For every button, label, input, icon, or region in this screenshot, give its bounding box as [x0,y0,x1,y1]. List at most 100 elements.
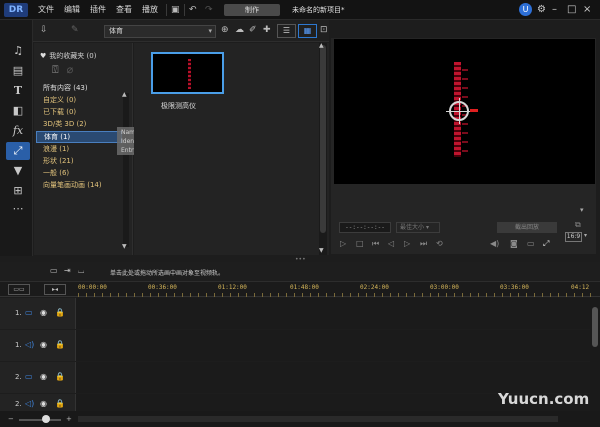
effect-room-icon[interactable]: fx [9,122,27,140]
lock-icon[interactable]: 🔒 [55,372,65,381]
transition-room-icon[interactable]: ◧ [9,102,27,120]
preview-quality-value: 最佳大小 [400,224,425,231]
favorites-tag[interactable]: ♥ 我的收藏夹 (0) [40,51,96,61]
tag-item-vector-stroke[interactable]: 向量笔画动画 (14) [43,180,102,190]
scroll-up-icon[interactable]: ▲ [122,91,127,98]
zoom-out-icon[interactable]: − [8,415,14,423]
split-icon[interactable]: ▭ [50,266,58,275]
scrollbar-thumb[interactable] [592,307,598,347]
menu-file[interactable]: 文件 [38,4,54,15]
aspect-ratio-select[interactable]: 16:9 [565,232,582,242]
preview-settings-icon[interactable]: ▾ [580,206,584,214]
edit-pip-icon[interactable]: ✐ [249,24,257,37]
tag-scrollbar[interactable] [123,93,129,247]
fullscreen-icon[interactable]: ⤢ [543,239,549,249]
import-icon[interactable]: ⇩ [40,24,48,37]
step-back-icon[interactable]: ◁ [388,239,394,248]
menu-view[interactable]: 查看 [116,4,132,15]
stop-icon[interactable]: □ [356,239,364,248]
grid-view-icon[interactable]: ▦ [298,24,317,38]
title-room-icon[interactable]: T [9,82,27,100]
lock-icon[interactable]: 🔒 [55,399,65,408]
step-forward-icon[interactable]: ▷ [404,239,410,248]
tag-item-romance[interactable]: 浪漫 (1) [43,144,69,154]
previous-frame-icon[interactable]: ⏮ [372,239,379,249]
filter-icon[interactable]: ⊕ [221,24,229,37]
play-icon[interactable]: ▷ [340,239,346,248]
undock-icon[interactable]: ⧉ [575,220,581,230]
track-manager-button[interactable]: ▭▭ [8,284,30,295]
tag-item-sports[interactable]: 体育 (1) [36,131,122,143]
download-cloud-icon[interactable]: ☁ [235,24,244,37]
scroll-down-icon[interactable]: ▼ [122,243,127,250]
video-track-icon: ▭ [25,308,33,317]
tag-icon[interactable]: ✎ [71,24,79,37]
lock-icon[interactable]: 🔒 [55,340,65,349]
settings-gear-icon[interactable]: ⚙ [537,3,546,16]
next-frame-icon[interactable]: ⏭ [420,239,427,249]
list-view-icon[interactable]: ☰ [277,24,296,38]
zoom-slider[interactable] [19,419,61,421]
content-scrollbar[interactable] [319,43,327,255]
timeline-horizontal-scrollbar[interactable] [78,416,558,422]
timeline-vertical-scrollbar[interactable] [590,297,600,411]
snapshot-icon[interactable]: ◙ [510,239,518,248]
scrollbar-thumb[interactable] [320,45,326,233]
eye-icon[interactable]: ◉ [40,340,47,349]
display-icon[interactable]: ▭ [527,239,535,248]
zoom-slider-knob[interactable] [42,415,50,423]
lock-icon[interactable]: 🔒 [55,308,65,317]
produce-button[interactable]: 制作 [224,4,280,16]
edit-tag-icon[interactable]: ⌀ [67,63,74,76]
tag-item-custom[interactable]: 自定义 (0) [43,95,76,105]
preview-quality-select[interactable]: 最佳大小 ▾ [396,222,440,233]
fit-timeline-button[interactable]: ▸◂ [44,284,66,295]
library-item-thumbnail[interactable] [151,52,224,94]
track-body[interactable] [76,298,590,329]
altimeter-graphic [188,59,191,89]
tag-item-downloaded[interactable]: 已下载 (0) [43,107,76,117]
undo-icon[interactable]: ↶ [189,4,197,16]
scroll-down-icon[interactable]: ▼ [319,247,324,254]
template-room-icon[interactable]: ▤ [9,62,27,80]
menu-edit[interactable]: 编辑 [64,4,80,15]
eye-icon[interactable]: ◉ [40,308,47,317]
fit-icon[interactable]: ⌴ [78,266,84,276]
timecode-display[interactable]: --:--:--:-- [339,222,391,233]
particle-room-icon[interactable]: ▼ [9,162,27,180]
tag-item-shapes[interactable]: 形状 (21) [43,156,74,166]
ruler-tick: 01:48:00 [290,284,319,291]
add-tag-icon[interactable]: ⍔ ⌀ [52,63,73,77]
redo-icon[interactable]: ↷ [205,4,213,16]
export-button[interactable]: 截出回放 [497,222,557,233]
tag-item-all[interactable]: 所有内容 (43) [43,83,88,93]
eye-icon[interactable]: ◉ [40,399,47,408]
maximize-icon[interactable]: □ [567,3,576,16]
scroll-up-icon[interactable]: ▲ [319,42,324,49]
track-body[interactable] [76,330,590,361]
tag-item-3d[interactable]: 3D/类 3D (2) [43,119,86,129]
sort-icon[interactable] [257,24,276,38]
save-icon[interactable]: ▣ [171,4,180,16]
minimize-icon[interactable]: – [552,3,557,16]
trim-icon[interactable]: ⇥ [64,266,71,275]
chevron-down-icon[interactable]: ▾ [584,232,587,239]
zoom-in-icon[interactable]: + [66,415,72,423]
repeat-icon[interactable]: ⟲ [436,239,443,248]
track-number: 2. [15,400,22,408]
tag-item-general[interactable]: 一般 (6) [43,168,69,178]
panel-options-icon[interactable]: ⊡ [320,24,328,37]
eye-icon[interactable]: ◉ [40,372,47,381]
menu-playback[interactable]: 播放 [142,4,158,15]
close-icon[interactable]: × [583,3,591,16]
media-room-icon[interactable]: ♫ [9,42,27,60]
subtitle-room-icon[interactable]: ⊞ [9,182,27,200]
more-icon[interactable]: ⋯ [9,200,27,218]
track-body[interactable] [76,362,590,393]
pip-object-room-icon[interactable]: ⤢ [6,142,30,160]
menu-plugins[interactable]: 插件 [90,4,106,15]
ruler-tick: 00:00:00 [78,284,107,291]
update-icon[interactable]: U [519,3,532,16]
category-select[interactable]: 体育 ▾ [104,25,216,38]
volume-icon[interactable]: ◀) [490,239,499,248]
